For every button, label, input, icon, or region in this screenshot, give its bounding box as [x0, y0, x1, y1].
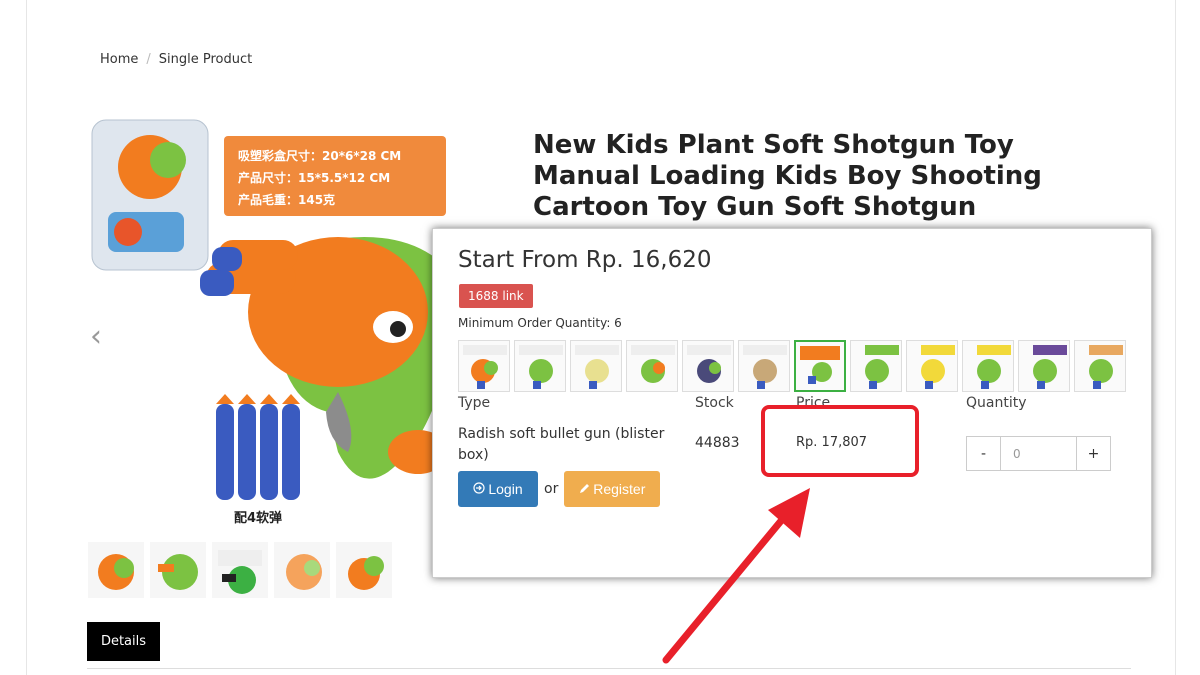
foam-darts-image: 配4软弹 — [216, 394, 300, 526]
minimum-order-quantity: Minimum Order Quantity: 6 — [458, 316, 622, 330]
variant-type: Radish soft bullet gun (blister box) — [458, 426, 665, 463]
chevron-left-icon[interactable]: ‹ — [90, 322, 102, 352]
variant-option[interactable] — [514, 340, 566, 392]
variant-list — [458, 340, 1126, 392]
size-label: 吸塑彩盒尺寸：20*6*28 CM 产品尺寸：15*5.5*12 CM 产品毛重… — [224, 136, 446, 216]
variant-option[interactable] — [458, 340, 510, 392]
source-link-badge[interactable]: 1688 link — [459, 284, 533, 308]
size-label-line2: 产品尺寸：15*5.5*12 CM — [238, 170, 390, 185]
variant-option[interactable] — [906, 340, 958, 392]
start-price: Start From Rp. 16,620 — [458, 247, 712, 273]
quantity-decrease-button[interactable]: - — [966, 436, 1001, 471]
tab-divider — [87, 668, 1131, 669]
quantity-input[interactable] — [1001, 436, 1076, 471]
column-stock: Stock — [695, 395, 734, 411]
breadcrumb-current: Single Product — [158, 52, 253, 67]
breadcrumb-separator: / — [146, 52, 151, 67]
variant-option-selected[interactable] — [794, 340, 846, 392]
breadcrumb-home[interactable]: Home — [100, 52, 138, 67]
product-title: New Kids Plant Soft Shotgun Toy Manual L… — [533, 130, 1042, 222]
variant-option[interactable] — [962, 340, 1014, 392]
variant-option[interactable] — [738, 340, 790, 392]
register-label: Register — [593, 481, 646, 497]
login-button[interactable]: Login — [458, 471, 538, 507]
variant-option[interactable] — [626, 340, 678, 392]
variant-option[interactable] — [1074, 340, 1126, 392]
or-text: or — [544, 481, 559, 497]
price-highlight-box — [761, 405, 919, 477]
thumbnail[interactable] — [88, 542, 144, 598]
thumbnail[interactable] — [150, 542, 206, 598]
variant-option[interactable] — [1018, 340, 1070, 392]
login-label: Login — [488, 481, 523, 497]
blister-box-image — [91, 119, 209, 271]
thumbnail[interactable] — [274, 542, 330, 598]
variant-option[interactable] — [850, 340, 902, 392]
column-quantity: Quantity — [966, 395, 1027, 411]
pencil-icon — [579, 481, 590, 497]
quantity-stepper: - + — [966, 436, 1111, 471]
variant-stock: 44883 — [695, 435, 740, 451]
thumbnail[interactable] — [212, 542, 268, 598]
annotation-arrow-icon — [662, 488, 810, 664]
column-type: Type — [458, 395, 491, 411]
thumbnail[interactable] — [336, 542, 392, 598]
darts-caption: 配4软弹 — [234, 510, 282, 526]
variant-option[interactable] — [570, 340, 622, 392]
size-label-line1: 吸塑彩盒尺寸：20*6*28 CM — [238, 148, 401, 163]
tab-details[interactable]: Details — [87, 622, 160, 661]
size-label-line3: 产品毛重：145克 — [238, 192, 335, 207]
quantity-increase-button[interactable]: + — [1076, 436, 1111, 471]
sign-in-icon — [473, 481, 485, 497]
image-thumbnails — [88, 542, 392, 598]
breadcrumb: Home / Single Product — [100, 52, 252, 67]
auth-actions: Login or Register — [458, 471, 661, 507]
variant-option[interactable] — [682, 340, 734, 392]
